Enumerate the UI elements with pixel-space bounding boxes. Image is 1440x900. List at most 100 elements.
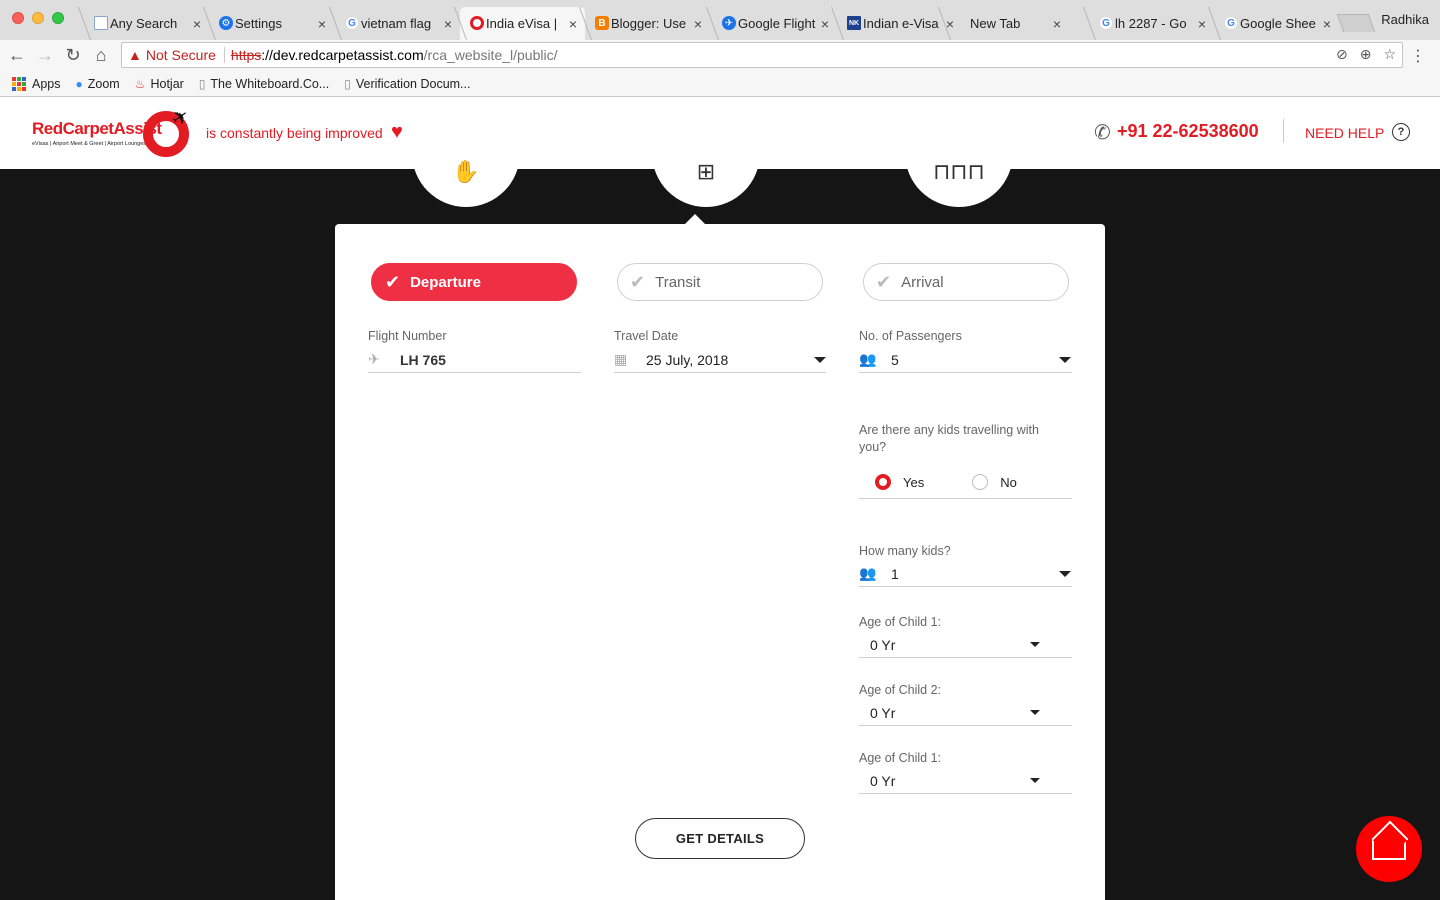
bookmark-hotjar[interactable]: ♨ Hotjar — [135, 77, 184, 91]
bookmark-whiteboard[interactable]: ▯ The Whiteboard.Co... — [199, 77, 329, 91]
close-icon[interactable]: × — [821, 16, 829, 32]
service-circle-evisa[interactable]: ✋ — [412, 99, 520, 207]
browser-tab-google-sheets[interactable]: G Google Shee × — [1214, 7, 1339, 40]
back-arrow-icon[interactable]: ← — [6, 44, 28, 66]
profile-name[interactable]: Radhika — [1381, 12, 1429, 27]
maximize-window-button[interactable] — [52, 12, 64, 24]
kids-yes-radio[interactable] — [875, 474, 891, 490]
kids-no-label[interactable]: No — [1000, 475, 1017, 490]
tab-title: vietnam flag — [361, 16, 432, 31]
browser-tab-any-search[interactable]: Any Search × — [84, 7, 209, 40]
tab-title: Google Shee — [1240, 16, 1316, 31]
omnibox-divider — [223, 47, 225, 63]
child-3-age-value: 0 Yr — [870, 772, 896, 789]
browser-tab-google-flights[interactable]: ✈ Google Flight × — [712, 7, 837, 40]
tab-title: Google Flight — [738, 16, 816, 31]
segment-transit[interactable]: ✔ Transit — [617, 263, 823, 301]
bookmark-label: Apps — [32, 76, 61, 91]
heart-icon: ♥ — [391, 121, 403, 143]
url-host: ://dev.redcarpetassist.com — [261, 47, 424, 63]
contact-fab-button[interactable] — [1356, 816, 1422, 882]
service-circle-meet-greet[interactable]: ⊞ — [652, 99, 760, 207]
flight-number-field[interactable]: ✈ LH 765 — [368, 347, 581, 373]
child-2-age-value: 0 Yr — [870, 704, 896, 721]
service-circle-lounge[interactable]: ⊓⊓⊓ — [905, 99, 1013, 207]
flight-number-label: Flight Number — [368, 329, 447, 343]
close-icon[interactable]: × — [193, 16, 201, 32]
tab-title: Blogger: Use — [611, 16, 687, 31]
chevron-down-icon — [1059, 570, 1071, 577]
tagline: is constantly being improved — [206, 125, 383, 141]
chevron-down-icon — [1059, 356, 1071, 363]
browser-tab-lh-2287[interactable]: G lh 2287 - Go × — [1089, 7, 1214, 40]
browser-tab-vietnam-flag[interactable]: G vietnam flag × — [335, 7, 460, 40]
need-help-link[interactable]: NEED HELP — [1305, 125, 1384, 141]
help-question-icon[interactable]: ? — [1392, 123, 1410, 141]
minimize-window-button[interactable] — [32, 12, 44, 24]
tab-title: Any Search — [110, 16, 178, 31]
gear-icon: ⚙ — [219, 16, 233, 30]
segment-arrival[interactable]: ✔ Arrival — [863, 263, 1069, 301]
close-icon[interactable]: × — [694, 16, 702, 32]
tab-title: New Tab — [970, 16, 1021, 31]
forward-arrow-icon[interactable]: → — [34, 44, 56, 66]
segment-departure[interactable]: ✔ Departure — [371, 263, 577, 301]
kids-no-radio[interactable] — [972, 474, 989, 490]
tab-title: lh 2287 - Go — [1115, 16, 1187, 31]
not-secure-label[interactable]: Not Secure — [146, 47, 216, 63]
airplane-icon: ✈ — [722, 16, 736, 30]
browser-tab-new-tab[interactable]: New Tab × — [944, 7, 1069, 40]
bookmark-star-icon[interactable]: ☆ — [1383, 46, 1396, 63]
passengers-select[interactable]: 👥 5 — [859, 347, 1072, 373]
warning-icon: ▲ — [128, 47, 142, 63]
tab-title: India eVisa | — [486, 16, 558, 31]
bookmark-apps[interactable]: Apps — [12, 76, 61, 91]
zoom-logo-icon: ● — [75, 76, 83, 91]
browser-tab-blogger[interactable]: B Blogger: Use × — [585, 7, 710, 40]
close-icon[interactable]: × — [1323, 16, 1331, 32]
browser-tab-india-evisa[interactable]: India eVisa | × — [460, 7, 585, 40]
browser-tab-settings[interactable]: ⚙ Settings × — [209, 7, 334, 40]
translate-icon[interactable]: ⊘ — [1336, 46, 1348, 63]
tab-title: Indian e-Visa — [863, 16, 939, 31]
child-1-age-label: Age of Child 1: — [859, 615, 941, 629]
close-window-button[interactable] — [12, 12, 24, 24]
passengers-label: No. of Passengers — [859, 329, 962, 343]
home-icon[interactable]: ⌂ — [90, 44, 112, 66]
logo-wordmark[interactable]: RedCarpetAssist — [32, 119, 162, 139]
bookmark-verification[interactable]: ▯ Verification Docum... — [344, 77, 470, 91]
get-details-button[interactable]: GET DETAILS — [635, 818, 805, 859]
checkmark-icon: ✔ — [876, 271, 892, 292]
close-icon[interactable]: × — [444, 16, 452, 32]
zoom-icon[interactable]: ⊕ — [1360, 46, 1372, 63]
segment-label: Transit — [655, 273, 701, 291]
checkmark-icon: ✔ — [630, 271, 646, 292]
reload-icon[interactable]: ↻ — [62, 44, 84, 66]
child-3-age-select[interactable]: 0 Yr — [859, 768, 1072, 794]
chevron-down-icon — [1030, 642, 1040, 647]
close-icon[interactable]: × — [1198, 16, 1206, 32]
browser-toolbar: ← → ↻ ⌂ ▲ Not Secure https ://dev.redcar… — [0, 40, 1440, 71]
child-2-age-select[interactable]: 0 Yr — [859, 700, 1072, 726]
child-1-age-select[interactable]: 0 Yr — [859, 632, 1072, 658]
chevron-down-icon — [1030, 778, 1040, 783]
browser-menu-icon[interactable]: ⋮ — [1410, 46, 1426, 66]
travel-date-field[interactable]: ▦ 25 July, 2018 — [614, 347, 826, 373]
segment-label: Departure — [410, 273, 481, 291]
new-tab-button[interactable] — [1336, 14, 1376, 32]
how-many-kids-select[interactable]: 👥 1 — [859, 561, 1072, 587]
close-icon[interactable]: × — [1053, 16, 1061, 32]
departing-plane-icon: ✈ — [368, 351, 380, 367]
google-icon: G — [1099, 16, 1113, 30]
flight-number-value: LH 765 — [400, 351, 446, 368]
google-icon: G — [345, 16, 359, 30]
close-icon[interactable]: × — [318, 16, 326, 32]
redcarpet-favicon-icon — [470, 16, 484, 30]
close-icon[interactable]: × — [569, 16, 577, 32]
bookmark-zoom[interactable]: ● Zoom — [76, 77, 120, 91]
lounge-seats-icon: ⊓⊓⊓ — [933, 159, 985, 184]
address-bar[interactable]: ▲ Not Secure https ://dev.redcarpetassis… — [121, 42, 1403, 68]
kids-yes-label[interactable]: Yes — [903, 475, 924, 490]
travel-date-label: Travel Date — [614, 329, 679, 343]
phone-number[interactable]: +91 22-62538600 — [1117, 121, 1259, 142]
